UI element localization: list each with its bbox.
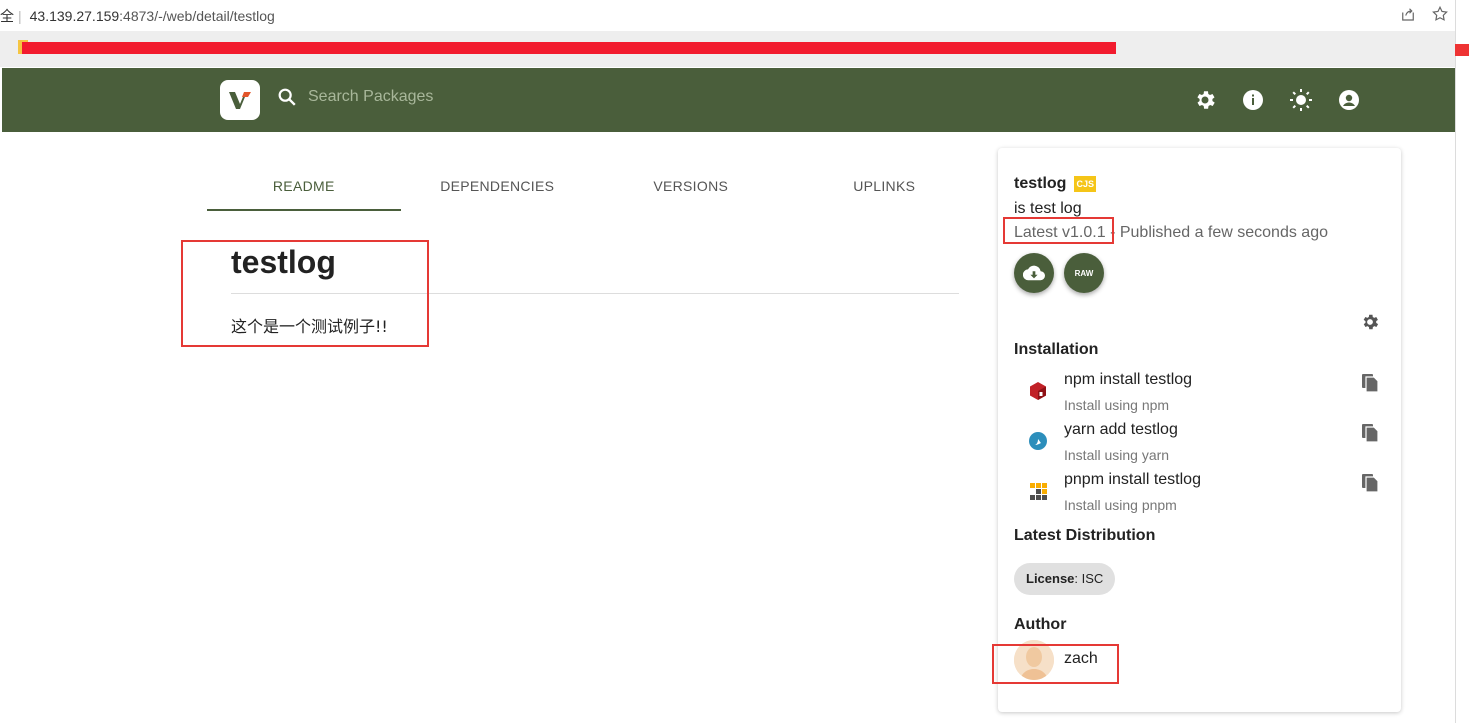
install-row-yarn: yarn add testlog Install using yarn [1014,421,1384,469]
npm-icon [1028,381,1048,401]
distribution-title: Latest Distribution [1014,527,1156,544]
module-type-badge: CJS [1074,176,1096,192]
url-path: /-/web/detail/testlog [154,7,275,24]
package-description: is test log [1014,200,1082,217]
search-icon [278,88,296,106]
settings-icon[interactable] [1193,88,1217,112]
install-command-yarn: yarn add testlog [1064,421,1178,438]
security-label: 全 [0,7,14,24]
tab-versions[interactable]: VERSIONS [594,163,788,211]
install-row-pnpm: pnpm install testlog Install using pnpm [1014,471,1384,519]
search-box[interactable]: Search Packages [276,86,433,108]
annotation-box-version [1003,217,1114,244]
search-input[interactable]: Search Packages [308,88,433,106]
annotation-box-readme [181,240,429,347]
header-actions [1193,88,1361,112]
cloud-download-icon [1023,265,1045,281]
license-chip: License: ISC [1014,563,1116,595]
verdaccio-logo[interactable] [220,80,260,120]
install-settings-icon[interactable] [1360,312,1380,332]
account-icon[interactable] [1337,88,1361,112]
annotation-box-author [992,644,1119,684]
window-edge [1455,0,1469,723]
install-hint-yarn: Install using yarn [1064,447,1170,463]
bookmarks-bar [0,31,1455,67]
info-icon[interactable] [1241,88,1265,112]
bookmark-star-icon[interactable] [1431,5,1449,28]
redaction-bar [22,42,1116,54]
install-row-npm: npm install testlog Install using npm [1014,371,1384,419]
share-icon[interactable] [1399,5,1417,28]
raw-manifest-button[interactable]: RAW [1064,253,1104,293]
url-port: :4873 [119,7,155,24]
yarn-icon [1028,431,1048,451]
download-tarball-button[interactable] [1014,253,1054,293]
tab-dependencies[interactable]: DEPENDENCIES [401,163,595,211]
license-value: : ISC [1074,571,1104,586]
license-key: License [1026,571,1075,586]
published-time: - Published a few seconds ago [1105,224,1328,241]
copy-icon[interactable] [1360,421,1380,443]
copy-icon[interactable] [1360,471,1380,493]
installation-title: Installation [1014,341,1099,358]
copy-icon[interactable] [1360,371,1380,393]
raw-label: RAW [1074,268,1094,278]
detail-tabs: README DEPENDENCIES VERSIONS UPLINKS [207,163,981,211]
logo-icon [229,92,251,109]
pnpm-icon [1028,481,1048,501]
tab-readme[interactable]: README [207,163,401,211]
address-field[interactable]: 全 | 43.139.27.159 :4873 /-/web/detail/te… [0,6,275,26]
package-name: testlog CJS [1014,175,1096,193]
address-divider: | [18,7,22,24]
author-title: Author [1014,616,1067,633]
package-name-text: testlog [1014,175,1067,192]
tab-uplinks[interactable]: UPLINKS [788,163,982,211]
install-command-pnpm: pnpm install testlog [1064,471,1201,488]
url-host: 43.139.27.159 [29,7,120,24]
package-sidebar: testlog CJS is test log Latest v1.0.1 - … [992,148,1401,712]
install-command-npm: npm install testlog [1064,371,1193,388]
app-header: Search Packages [2,68,1455,132]
browser-address-bar: 全 | 43.139.27.159 :4873 /-/web/detail/te… [0,0,1469,31]
install-hint-npm: Install using npm [1064,397,1170,413]
install-hint-pnpm: Install using pnpm [1064,497,1177,513]
address-actions [1399,5,1449,28]
edge-marker [1455,44,1469,56]
theme-icon[interactable] [1289,88,1313,112]
